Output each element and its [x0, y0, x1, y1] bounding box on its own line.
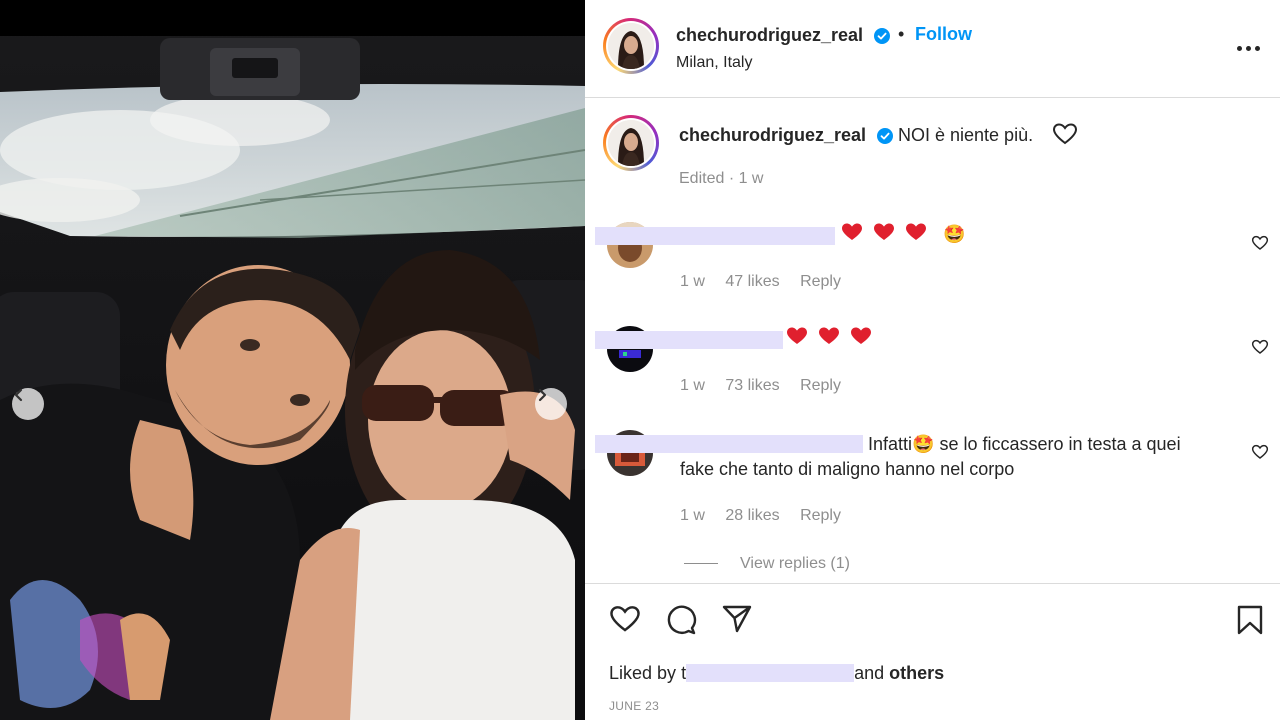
comment-meta: 1 w 28 likes Reply [680, 507, 857, 525]
post-header: chechurodriguez_real • Follow Milan, Ita… [585, 0, 1280, 98]
comment-text [786, 326, 877, 353]
liked-by-and: and [854, 663, 885, 683]
comment-time: 1 w [680, 507, 705, 524]
comment-time: 1 w [680, 273, 705, 290]
follow-button[interactable]: Follow [915, 24, 972, 45]
separator-dot: • [898, 24, 905, 44]
reply-button[interactable]: Reply [800, 507, 841, 524]
chevron-left-icon [14, 388, 23, 402]
verified-badge-icon [874, 28, 891, 45]
share-icon[interactable] [721, 604, 753, 634]
comment-time: 1 w [680, 377, 705, 394]
caption-username-text[interactable]: chechurodriguez_real [679, 125, 866, 145]
comment-like-heart-icon[interactable] [1251, 235, 1269, 251]
comment-text: Infatti🤩 se lo ficcassero in testa a que… [868, 434, 1181, 454]
carousel-prev-button[interactable] [12, 388, 44, 420]
comment-meta: 1 w 73 likes Reply [680, 377, 857, 395]
red-heart-emoji [818, 326, 840, 353]
red-heart-emoji [873, 222, 895, 249]
carousel-next-button[interactable] [535, 388, 567, 420]
comment-likes[interactable]: 73 likes [725, 377, 779, 394]
chevron-right-icon [538, 388, 547, 402]
photo-illustration [0, 0, 585, 720]
author-avatar[interactable] [603, 18, 659, 74]
liked-by-text[interactable]: Liked by t and others [609, 663, 944, 684]
like-heart-icon[interactable] [609, 604, 641, 634]
reply-button[interactable]: Reply [800, 273, 841, 290]
view-replies-line [684, 563, 718, 565]
liked-by-prefix: Liked by [609, 663, 677, 683]
caption-avatar-image [608, 120, 654, 166]
post-location[interactable]: Milan, Italy [676, 54, 752, 72]
more-options-button[interactable] [1230, 36, 1266, 60]
view-replies-label[interactable]: View replies (1) [740, 555, 850, 572]
caption-meta: Edited · 1 w [679, 170, 764, 187]
comment-like-heart-icon[interactable] [1251, 444, 1269, 460]
liked-by-others-link[interactable]: others [889, 663, 944, 683]
red-heart-emoji [905, 222, 927, 249]
heart-outline-icon [1052, 123, 1078, 145]
caption-username[interactable]: chechurodriguez_real [679, 125, 894, 146]
redacted-liker-name [686, 664, 855, 682]
more-icon-dot [1245, 45, 1251, 51]
author-username-text[interactable]: chechurodriguez_real [676, 25, 863, 45]
verified-badge-icon [877, 128, 894, 145]
actions-divider [585, 583, 1280, 584]
red-heart-emoji [786, 326, 808, 353]
red-heart-emoji [841, 222, 863, 249]
reply-button[interactable]: Reply [800, 377, 841, 394]
post-photo[interactable] [0, 0, 585, 720]
comment-icon[interactable] [665, 604, 697, 636]
author-username[interactable]: chechurodriguez_real [676, 25, 891, 46]
comment-likes[interactable]: 28 likes [725, 507, 779, 524]
view-replies-button[interactable]: View replies (1) [684, 555, 850, 573]
more-icon-dot [1236, 45, 1242, 51]
redacted-username [595, 331, 783, 349]
more-icon-dot [1254, 45, 1260, 51]
comment-like-heart-icon[interactable] [1251, 339, 1269, 355]
post-side-panel: chechurodriguez_real • Follow Milan, Ita… [585, 0, 1280, 720]
caption-text: NOI è niente più. [898, 125, 1034, 145]
author-avatar-image [608, 23, 654, 69]
comment-likes[interactable]: 47 likes [725, 273, 779, 290]
bookmark-icon[interactable] [1235, 604, 1265, 636]
comment-meta: 1 w 47 likes Reply [680, 273, 857, 291]
comment-text-continued: fake che tanto di maligno hanno nel corp… [680, 459, 1015, 479]
red-heart-emoji [850, 326, 872, 353]
redacted-username [595, 227, 835, 245]
star-struck-emoji: 🤩 [943, 224, 966, 245]
post-date: JUNE 23 [609, 699, 660, 713]
redacted-username [595, 435, 863, 453]
comment-text: 🤩 [841, 222, 965, 249]
caption-author-avatar[interactable] [603, 115, 659, 171]
